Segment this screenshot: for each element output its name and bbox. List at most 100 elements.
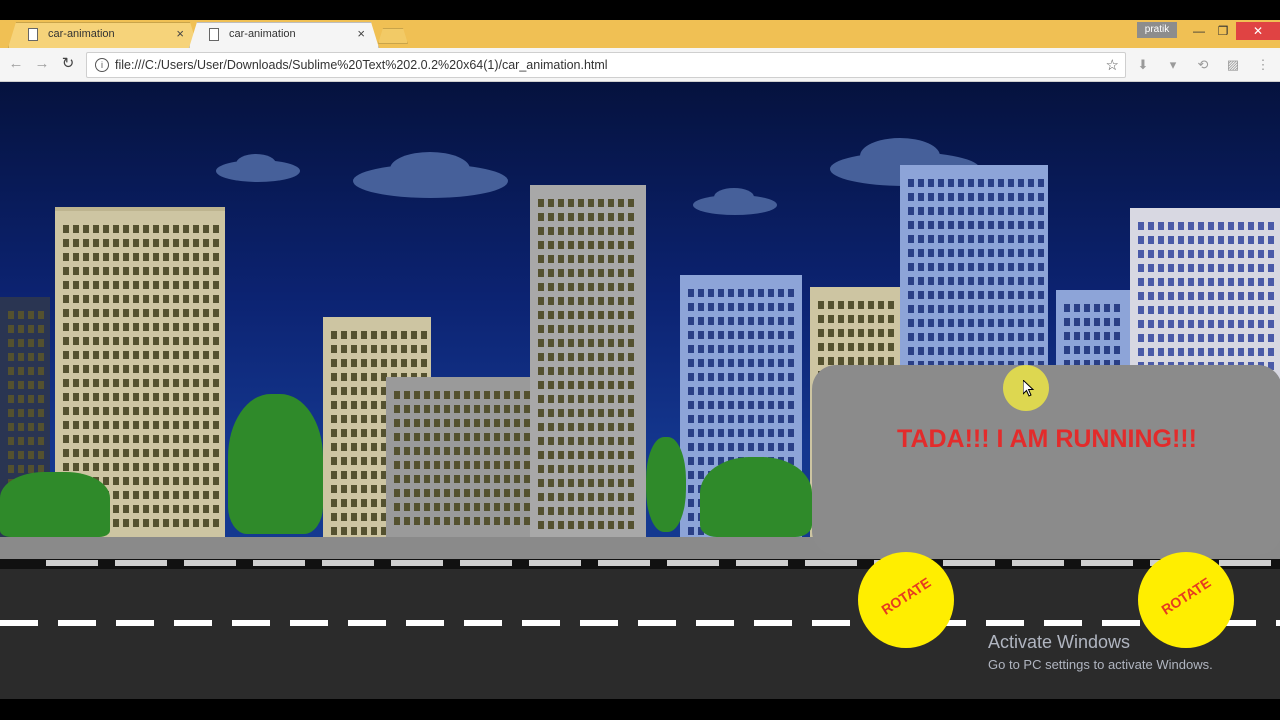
building-window	[598, 339, 604, 347]
tab-car-animation-1[interactable]: car-animation ×	[8, 22, 198, 48]
building-window	[153, 253, 159, 261]
building-window	[1188, 250, 1194, 258]
building-window	[778, 401, 784, 409]
building-window	[484, 405, 490, 413]
building-window	[758, 401, 764, 409]
building-window	[618, 255, 624, 263]
building-window	[538, 255, 544, 263]
building-window	[1084, 318, 1090, 326]
building-window	[494, 419, 500, 427]
building-window	[568, 437, 574, 445]
download-extension-icon[interactable]: ⬇	[1134, 57, 1152, 75]
building-window	[978, 263, 984, 271]
building-window	[1188, 334, 1194, 342]
building-window	[1028, 179, 1034, 187]
shield-extension-icon[interactable]: ▾	[1164, 57, 1182, 75]
window-close-icon[interactable]: ✕	[1236, 22, 1280, 40]
building-window	[738, 443, 744, 451]
building-window	[1008, 235, 1014, 243]
building-window	[434, 433, 440, 441]
building-window	[63, 407, 69, 415]
bookmark-star-icon[interactable]: ☆	[1106, 56, 1119, 74]
building-window	[758, 415, 764, 423]
building-window	[598, 213, 604, 221]
building-window	[341, 331, 347, 339]
building-window	[1188, 306, 1194, 314]
building-window	[213, 309, 219, 317]
menu-icon[interactable]: ⋮	[1254, 57, 1272, 75]
building-window	[538, 507, 544, 515]
building-window	[341, 485, 347, 493]
address-bar[interactable]: i file:///C:/Users/User/Downloads/Sublim…	[86, 52, 1126, 78]
building-window	[28, 381, 34, 389]
building-window	[608, 241, 614, 249]
building-window	[538, 437, 544, 445]
building-window	[371, 499, 377, 507]
tab-car-animation-2[interactable]: car-animation ×	[189, 22, 379, 48]
building-window	[103, 295, 109, 303]
profile-badge[interactable]: pratik	[1137, 22, 1177, 38]
building-window	[133, 253, 139, 261]
rotate-wheel-front[interactable]: ROTATE	[858, 552, 954, 648]
building-window	[568, 423, 574, 431]
building-window	[123, 351, 129, 359]
lane-dash	[116, 620, 154, 626]
tab-close-icon[interactable]: ×	[357, 26, 365, 41]
building-window	[908, 179, 914, 187]
image-extension-icon[interactable]: ▨	[1224, 57, 1242, 75]
building-window	[538, 353, 544, 361]
new-tab-button[interactable]	[378, 28, 408, 44]
building-window	[8, 339, 14, 347]
lane-dash	[290, 620, 328, 626]
building-window	[73, 295, 79, 303]
building-window	[748, 443, 754, 451]
building-window	[1198, 334, 1204, 342]
building-window	[1178, 306, 1184, 314]
building-window	[818, 357, 824, 365]
reload-icon[interactable]: ↻	[58, 54, 78, 74]
building-window	[494, 517, 500, 525]
building-window	[628, 423, 634, 431]
minimize-icon[interactable]: —	[1186, 22, 1212, 40]
building-window	[123, 393, 129, 401]
restore-icon[interactable]: ❐	[1210, 22, 1236, 40]
building-window	[113, 351, 119, 359]
building-window	[1028, 305, 1034, 313]
building-window	[918, 305, 924, 313]
building-window	[1168, 278, 1174, 286]
tab-close-icon[interactable]: ×	[176, 26, 184, 41]
building-window	[628, 493, 634, 501]
building-window	[618, 199, 624, 207]
building-window	[938, 291, 944, 299]
building-window	[18, 311, 24, 319]
address-url[interactable]: file:///C:/Users/User/Downloads/Sublime%…	[115, 58, 608, 72]
sync-extension-icon[interactable]: ⟲	[1194, 57, 1212, 75]
building-window	[1238, 320, 1244, 328]
building-window	[558, 255, 564, 263]
building-window	[998, 193, 1004, 201]
info-icon[interactable]: i	[95, 58, 109, 72]
building-window	[1148, 236, 1154, 244]
back-icon[interactable]: ←	[6, 54, 26, 74]
building-window	[351, 499, 357, 507]
building-window	[193, 477, 199, 485]
building-window	[153, 477, 159, 485]
building-window	[1008, 221, 1014, 229]
building-window	[434, 391, 440, 399]
building-window	[404, 489, 410, 497]
building-window	[1268, 222, 1274, 230]
building-window	[788, 429, 794, 437]
building-window	[1198, 236, 1204, 244]
building-window	[608, 325, 614, 333]
building-window	[1148, 320, 1154, 328]
tab-label: car-animation	[229, 28, 296, 40]
building-window	[988, 291, 994, 299]
building-window	[183, 519, 189, 527]
building-window	[748, 359, 754, 367]
building-window	[1038, 291, 1044, 299]
forward-icon[interactable]: →	[32, 54, 52, 74]
building-window	[371, 443, 377, 451]
building-window	[688, 443, 694, 451]
building-window	[1178, 222, 1184, 230]
building-window	[548, 213, 554, 221]
